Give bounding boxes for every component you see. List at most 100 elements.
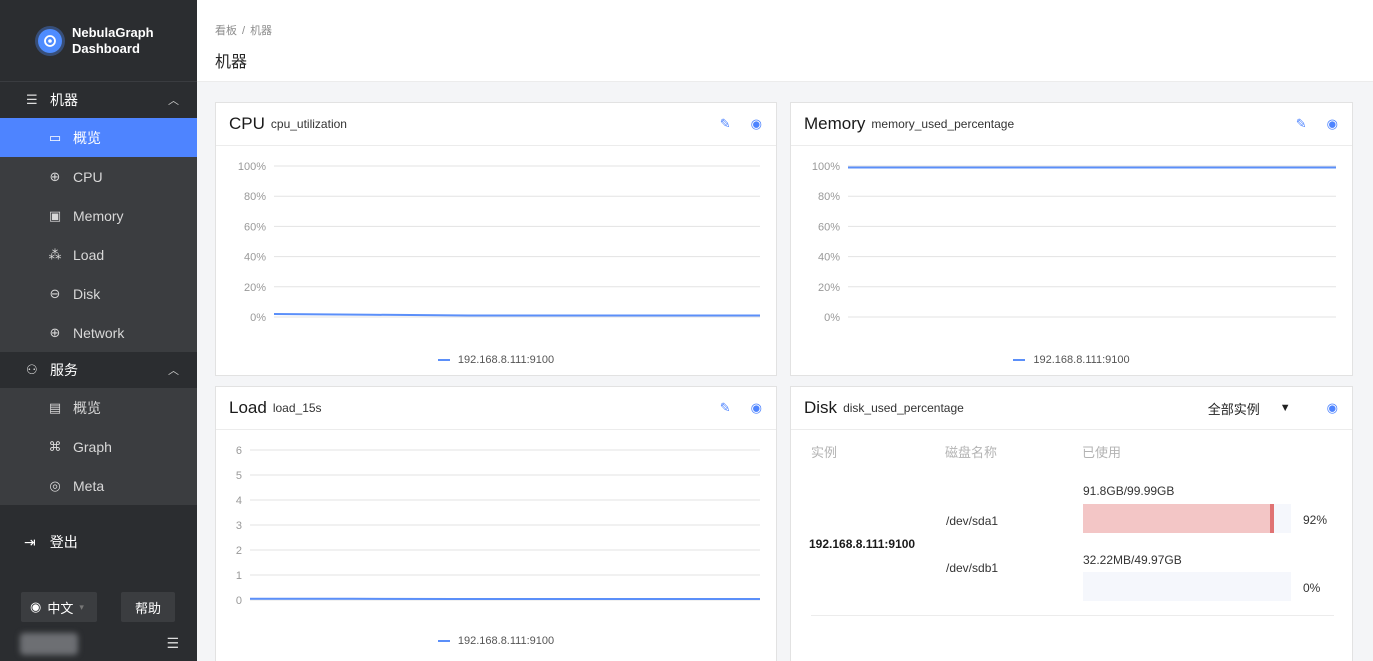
table-header: 实例 磁盘名称 已使用 xyxy=(811,431,1352,471)
col-used: 已使用 xyxy=(1082,444,1122,460)
disk-usage-bar xyxy=(1083,572,1291,601)
sidebar-item-label: Memory xyxy=(73,207,124,224)
chart-box-icon: ▤ xyxy=(48,399,62,415)
panel-metric: disk_used_percentage xyxy=(843,401,964,415)
edit-icon[interactable]: ✎ xyxy=(720,400,731,416)
chevron-down-icon: ▾ xyxy=(79,601,84,612)
legend-line-marker xyxy=(437,640,450,643)
sidebar-item-label: Load xyxy=(73,246,105,263)
y-tick-label: 1 xyxy=(236,570,242,582)
legend-label: 192.168.8.111:9100 xyxy=(457,635,555,647)
sidebar-item-machine-overview[interactable]: ▭ 概览 xyxy=(0,118,197,157)
instance-select[interactable]: 全部实例 ▼ xyxy=(1208,399,1291,418)
panel-header: Memory memory_used_percentage ✎ ◉ xyxy=(791,103,1352,146)
col-instance: 实例 xyxy=(811,444,838,460)
graph-icon: ⌘ xyxy=(48,438,62,454)
sidebar-item-load[interactable]: ⁂ Load xyxy=(0,235,197,274)
disk-usage-percent: 0% xyxy=(1303,581,1321,595)
main-content: 看板 / 机器 机器 CPU cpu_utilization ✎ ◉ 100% 80%… xyxy=(197,0,1373,661)
instance-select-value: 全部实例 xyxy=(1207,401,1260,417)
server-icon: ☰ xyxy=(26,92,38,107)
chart-legend[interactable]: 192.168.8.111:9100 xyxy=(216,354,776,366)
panel-actions: ✎ ◉ xyxy=(700,116,762,132)
sidebar-item-cpu[interactable]: ⊕ CPU xyxy=(0,157,197,196)
disk-usage-bar-fill xyxy=(1083,504,1275,533)
sidebar-footer-actions: ◉ 中文 ▾ 帮助 xyxy=(0,592,197,622)
sidebar-item-service-overview[interactable]: ▤ 概览 xyxy=(0,388,197,427)
logout-button[interactable]: ⇥ 登出 xyxy=(0,522,78,562)
sidebar-item-label: 概览 xyxy=(73,129,101,146)
language-select[interactable]: ◉ 中文 ▾ xyxy=(21,592,97,622)
y-tick-label: 100% xyxy=(812,161,840,173)
chevron-up-icon: ︿ xyxy=(168,365,179,377)
breadcrumb-root[interactable]: 看板 xyxy=(215,25,237,37)
globe-icon: ◉ xyxy=(30,599,42,614)
page-title: 机器 xyxy=(215,54,248,71)
sidebar-item-graph[interactable]: ⌘ Graph xyxy=(0,427,197,466)
panel-actions: ✎ ◉ xyxy=(700,400,762,416)
app-logo[interactable]: NebulaGraph Dashboard xyxy=(0,0,197,82)
y-tick-label: 20% xyxy=(244,282,266,294)
y-tick-label: 0% xyxy=(824,312,840,324)
app-name-line1: NebulaGraph xyxy=(72,24,154,40)
y-tick-label: 0 xyxy=(236,595,242,607)
y-tick-label: 0% xyxy=(250,312,266,324)
sidebar-item-disk[interactable]: ⊖ Disk xyxy=(0,274,197,313)
disk-usage-percent: 92% xyxy=(1303,513,1328,527)
y-tick-label: 40% xyxy=(244,252,266,264)
panel-header: CPU cpu_utilization ✎ ◉ xyxy=(216,103,776,146)
cluster-icon: ⚇ xyxy=(26,362,38,377)
memory-panel: Memory memory_used_percentage ✎ ◉ 100% 80… xyxy=(790,102,1353,376)
memory-line-chart: 100% 80% 60% 40% 20% 0% xyxy=(812,161,1336,324)
user-avatar[interactable] xyxy=(20,632,78,655)
chart-legend[interactable]: 192.168.8.111:9100 xyxy=(216,635,776,647)
panel-title: Load xyxy=(229,398,267,417)
y-tick-label: 4 xyxy=(236,495,242,507)
panel-title: Memory xyxy=(804,114,866,133)
sidebar-item-label: Meta xyxy=(73,477,105,494)
y-tick-label: 20% xyxy=(818,282,840,294)
panel-title: CPU xyxy=(229,114,265,133)
disk-usage-text: 91.8GB/99.99GB xyxy=(1083,484,1175,498)
disk-name: /dev/sdb1 xyxy=(946,561,999,575)
legend-line-marker xyxy=(437,359,450,362)
series-line[interactable] xyxy=(273,312,760,317)
hdd-icon: ⊖ xyxy=(49,285,61,301)
edit-icon[interactable]: ✎ xyxy=(1296,116,1307,132)
sidebar-item-memory[interactable]: ▣ Memory xyxy=(0,196,197,235)
edit-icon[interactable]: ✎ xyxy=(720,116,731,132)
breadcrumb-separator: / xyxy=(242,25,246,37)
disk-panel: Disk disk_used_percentage 全部实例 ▼ ◉ 实例 磁盘… xyxy=(790,386,1353,661)
help-button[interactable]: 帮助 xyxy=(121,592,175,622)
disk-name: /dev/sda1 xyxy=(946,514,999,528)
y-tick-label: 40% xyxy=(818,252,840,264)
eye-icon[interactable]: ◉ xyxy=(1327,116,1338,132)
panel-metric: memory_used_percentage xyxy=(871,117,1015,131)
user-bar: ☰ xyxy=(0,626,197,661)
target-icon: ◎ xyxy=(49,477,61,493)
sidebar-item-network[interactable]: ⊕ Network xyxy=(0,313,197,352)
caret-down-icon: ▼ xyxy=(1279,402,1291,414)
chevron-up-icon: ︿ xyxy=(168,95,179,107)
eye-icon[interactable]: ◉ xyxy=(751,116,762,132)
logout-icon: ⇥ xyxy=(24,533,36,550)
y-tick-label: 100% xyxy=(238,161,266,173)
menu-collapse-icon[interactable]: ☰ xyxy=(166,635,179,652)
panel-metric: load_15s xyxy=(272,401,322,415)
eye-icon[interactable]: ◉ xyxy=(751,400,762,416)
panel-header: Disk disk_used_percentage 全部实例 ▼ ◉ xyxy=(791,387,1352,430)
y-tick-label: 5 xyxy=(236,470,242,482)
panel-title: Disk xyxy=(804,398,838,417)
menu-group-machine[interactable]: ☰ 机器 ︿ xyxy=(0,82,197,118)
breadcrumb-current: 机器 xyxy=(250,25,273,37)
eye-icon[interactable]: ◉ xyxy=(1327,400,1338,416)
sidebar-item-meta[interactable]: ◎ Meta xyxy=(0,466,197,505)
disk-usage-bar-cap xyxy=(1270,504,1275,533)
logout-label: 登出 xyxy=(49,534,78,550)
cpu-line-chart: 100% 80% 60% 40% 20% 0% xyxy=(238,161,760,324)
menu-group-machine-label: 机器 xyxy=(50,92,78,108)
y-tick-label: 3 xyxy=(236,520,242,532)
chart-legend[interactable]: 192.168.8.111:9100 xyxy=(791,354,1352,366)
sidebar-item-label: CPU xyxy=(73,168,103,185)
menu-group-service[interactable]: ⚇ 服务 ︿ xyxy=(0,352,197,388)
